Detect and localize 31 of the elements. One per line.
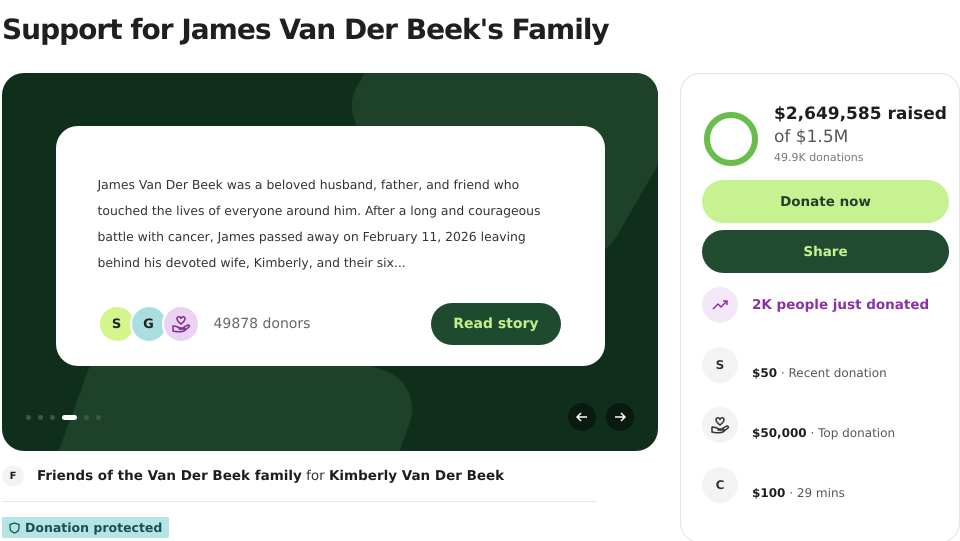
- heart-hand-icon: [170, 315, 190, 333]
- carousel-dot[interactable]: [96, 414, 101, 420]
- share-button[interactable]: Share: [702, 230, 949, 273]
- carousel-dot[interactable]: [38, 414, 43, 420]
- read-story-button[interactable]: Read story: [431, 303, 560, 345]
- badge-text: Donation protected: [25, 520, 162, 535]
- organizer-text: Friends of the Van Der Beek family for Kimberly Van Der Beek: [37, 468, 504, 484]
- donor-avatar: C: [702, 467, 738, 503]
- trend-text: 2K people just donated: [752, 297, 930, 313]
- page-title: Support for James Van Der Beek's Family: [2, 12, 610, 48]
- organizer-avatar: F: [2, 465, 24, 487]
- trending-up-icon: [712, 300, 728, 310]
- carousel-dot[interactable]: [26, 414, 31, 420]
- goal-amount: of $1.5M: [774, 127, 850, 147]
- donor-count: 49878 donors: [214, 316, 310, 332]
- carousel-dot[interactable]: [50, 414, 55, 420]
- story-text: James Van Der Beek was a beloved husband, father, and friend who touched the lives of everyone around him. After a long and courageous battle with cancer, James passed away on February 11, 2026 leaving behind his devoted wife, Kimberly, and their six...: [98, 176, 542, 272]
- heart-hand-icon: [710, 416, 730, 434]
- donate-now-button[interactable]: Donate now: [702, 180, 949, 223]
- next-button[interactable]: [606, 403, 634, 431]
- donation-count: 49.9K donations: [774, 151, 864, 164]
- donor-avatar: S: [702, 347, 738, 383]
- carousel-dot[interactable]: [84, 414, 89, 420]
- donation-detail: $50 · Recent donation: [752, 366, 887, 380]
- donation-detail: $100 · 29 mins: [752, 486, 845, 500]
- right-arrow-icon: [614, 412, 626, 422]
- amount-raised: $2,649,585 raised: [774, 104, 947, 124]
- donation-detail: $50,000 · Top donation: [752, 426, 896, 440]
- shield-icon: [9, 522, 20, 534]
- previous-button[interactable]: [568, 403, 596, 431]
- left-arrow-icon: [576, 412, 588, 422]
